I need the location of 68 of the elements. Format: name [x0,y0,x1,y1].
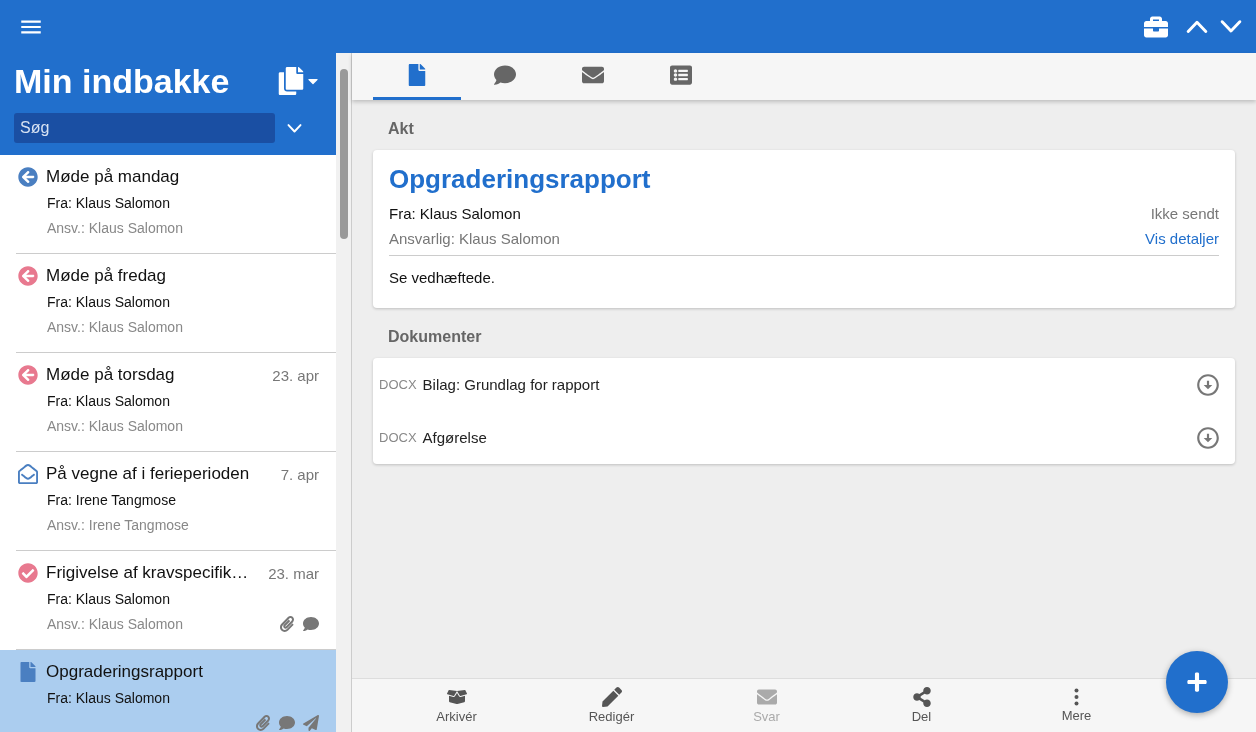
search-field[interactable]: Søg [14,113,275,143]
envelope-icon [582,64,604,86]
item-date: 7. apr [280,465,319,483]
copy-icon [277,67,305,95]
document-name[interactable]: Bilag: Grundlag for rapport [422,376,1189,393]
chevron-up-icon [1186,19,1208,34]
paper-plane-icon [303,715,319,731]
act-title: Opgraderingsrapport [389,164,652,195]
item-sender: Fra: Klaus Salomon [46,690,171,706]
previous-button[interactable] [1186,19,1208,34]
paperclip-icon [279,616,295,632]
item-title: Møde på mandag [46,167,181,187]
toolbar-button[interactable]: Arkivér [379,679,534,732]
toolbar-button[interactable]: Redigér [534,679,689,732]
briefcase-icon [1144,14,1168,39]
chevron-down-icon [1220,19,1242,34]
pencil-icon [601,687,622,707]
item-responsible: Ansv.: Klaus Salomon [47,319,183,335]
act-sender: Fra: Klaus Salomon [389,205,521,222]
act-responsible: Ansvarlig: Klaus Salomon [389,230,560,247]
item-date: 23. mar [268,564,319,582]
item-date: 23. apr [272,366,319,384]
section-heading: Akt [388,120,415,138]
download-button[interactable] [1195,371,1221,398]
item-sender: Fra: Klaus Salomon [46,591,171,607]
section-heading: Dokumenter [388,328,483,346]
add-button[interactable] [1166,651,1228,713]
speech-bubble-icon [494,64,516,86]
item-sender: Fra: Klaus Salomon [46,195,171,211]
copy-menu-button[interactable] [277,67,321,95]
share-icon [911,687,932,707]
item-sender: Fra: Klaus Salomon [46,294,171,310]
more-icon [1074,688,1079,706]
toolbar-button[interactable]: Mere [999,679,1154,732]
download-icon [1195,424,1221,451]
plus-icon [1186,671,1208,693]
act-body: Se vedhæftede. [389,255,1219,286]
document-name[interactable]: Afgørelse [422,429,1189,446]
speech-bubble-icon [279,715,295,731]
scrollbar[interactable] [336,53,351,732]
item-sender: Fra: Klaus Salomon [46,393,171,409]
item-sender: Fra: Irene Tangmose [46,492,177,508]
item-responsible: Ansv.: Klaus Salomon [47,220,183,236]
inbox-title: Min indbakke [14,61,230,101]
document-icon [406,64,428,86]
item-title: På vegne af i ferieperioden [46,464,251,484]
details-link[interactable]: Vis detaljer [1145,230,1219,247]
file-type: DOCX [379,430,417,445]
speech-bubble-icon [303,616,319,632]
expand-button[interactable] [287,123,302,133]
item-title: Møde på fredag [46,266,167,286]
download-button[interactable] [1195,424,1221,451]
briefcase-button[interactable] [1144,14,1168,39]
toolbar-button[interactable]: Del [844,679,999,732]
item-title: Frigivelse af kravspecifik… [46,563,250,583]
item-title: Møde på torsdag [46,365,176,385]
chevron-down-icon [287,123,302,133]
act-status: Ikke sendt [1150,205,1219,222]
item-title: Opgraderingsrapport [46,662,204,682]
item-responsible: Ansv.: Klaus Salomon [47,418,183,434]
box-icon [446,687,467,707]
item-responsible: Ansv.: Klaus Salomon [47,616,183,632]
next-button[interactable] [1220,19,1242,34]
download-icon [1195,371,1221,398]
item-responsible: Ansv.: Irene Tangmose [47,517,189,533]
envelope-icon [756,687,777,707]
paperclip-icon [255,715,271,731]
file-type: DOCX [379,377,417,392]
